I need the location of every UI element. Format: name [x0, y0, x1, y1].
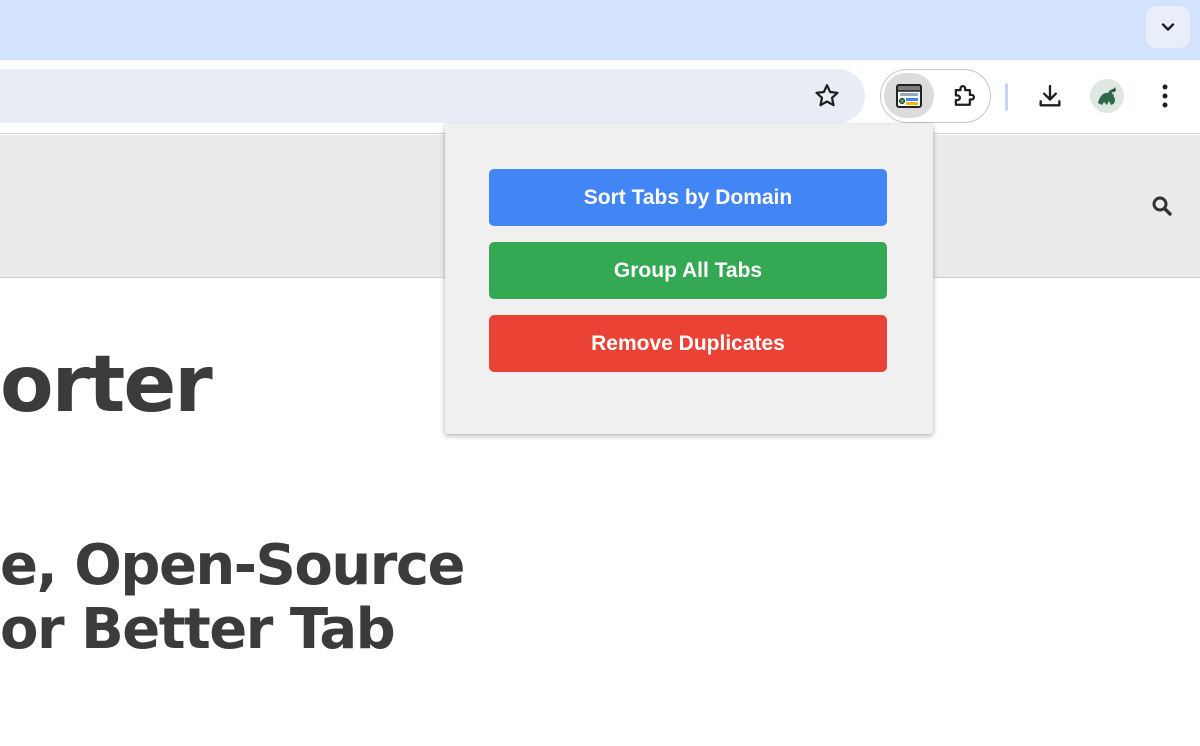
tab-search-button[interactable] — [1146, 6, 1190, 48]
extension-popup: Sort Tabs by Domain Group All Tabs Remov… — [445, 124, 933, 434]
page-title: orter — [0, 340, 213, 430]
page-subtitle-line: e, Open-Source — [0, 533, 466, 598]
star-icon — [815, 84, 839, 107]
browser-toolbar — [0, 60, 1200, 134]
puzzle-icon — [954, 84, 975, 106]
downloads-button[interactable] — [1029, 75, 1071, 117]
chevron-down-icon — [1161, 23, 1175, 31]
toolbar-separator — [1005, 83, 1008, 111]
profile-avatar[interactable] — [1090, 79, 1124, 113]
bookmark-button[interactable] — [806, 75, 848, 117]
extensions-pill — [880, 69, 991, 123]
page-subtitle: e, Open-Source or Better Tab — [0, 533, 466, 662]
extensions-menu-button[interactable] — [941, 73, 987, 118]
search-icon — [1152, 196, 1172, 216]
kebab-menu-icon — [1162, 84, 1168, 108]
address-bar[interactable] — [0, 69, 865, 123]
avatar-icon — [1098, 87, 1116, 105]
download-icon — [1039, 84, 1061, 107]
browser-menu-button[interactable] — [1146, 75, 1184, 117]
sort-tabs-by-domain-button[interactable]: Sort Tabs by Domain — [489, 169, 887, 226]
remove-duplicates-button[interactable]: Remove Duplicates — [489, 315, 887, 372]
page-subtitle-line: or Better Tab — [0, 597, 396, 662]
tab-sorter-extension-button[interactable] — [884, 73, 934, 118]
tab-sorter-extension-icon — [896, 83, 922, 108]
site-search-button[interactable] — [1146, 190, 1178, 222]
browser-tab-strip — [0, 0, 1200, 60]
group-all-tabs-button[interactable]: Group All Tabs — [489, 242, 887, 299]
